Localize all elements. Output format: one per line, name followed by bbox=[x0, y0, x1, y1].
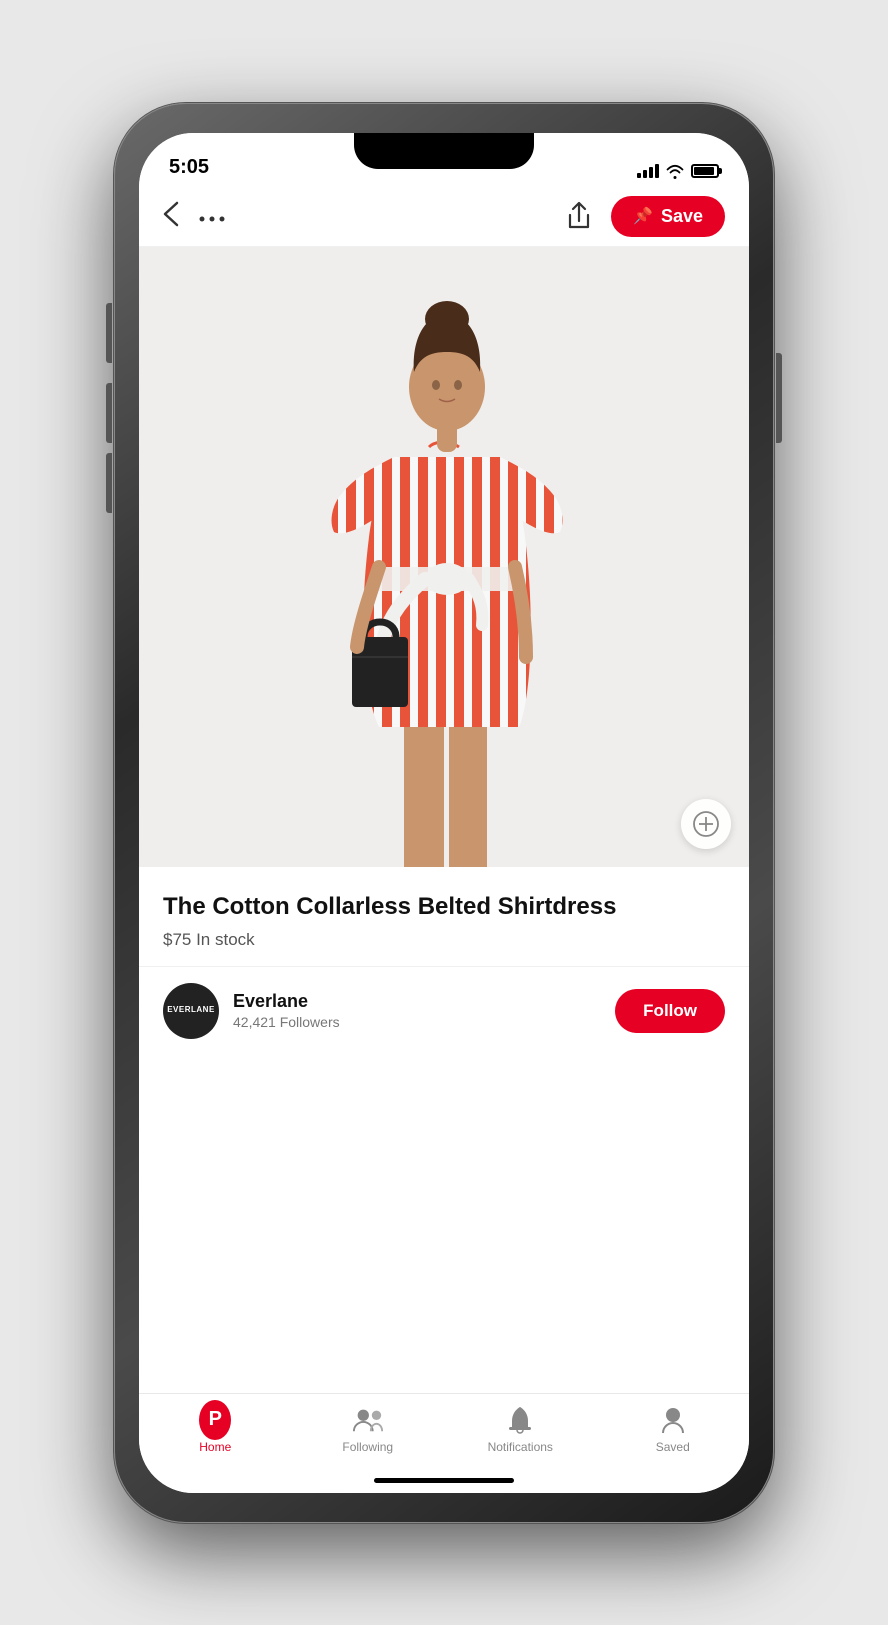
notifications-icon bbox=[504, 1404, 536, 1436]
battery-icon bbox=[691, 164, 719, 178]
visual-search-button[interactable] bbox=[681, 799, 731, 849]
home-indicator bbox=[374, 1478, 514, 1483]
pin-icon: 📌 bbox=[633, 206, 653, 226]
nav-right: 📌 Save bbox=[561, 196, 725, 237]
status-time: 5:05 bbox=[169, 156, 209, 179]
tab-home[interactable]: P Home bbox=[139, 1404, 292, 1454]
product-price: $75 In stock bbox=[163, 930, 725, 950]
product-title: The Cotton Collarless Belted Shirtdress bbox=[163, 891, 725, 922]
brand-name: Everlane bbox=[233, 991, 615, 1012]
more-options-button[interactable] bbox=[199, 203, 225, 229]
home-icon: P bbox=[199, 1404, 231, 1436]
back-button[interactable] bbox=[163, 201, 179, 231]
tab-notifications[interactable]: Notifications bbox=[444, 1404, 597, 1454]
nav-left bbox=[163, 201, 225, 231]
brand-avatar: EVERLANE bbox=[163, 983, 219, 1039]
tab-following-label: Following bbox=[342, 1440, 393, 1454]
following-icon bbox=[352, 1404, 384, 1436]
content-spacer bbox=[139, 1055, 749, 1393]
content-area: The Cotton Collarless Belted Shirtdress … bbox=[139, 247, 749, 1393]
pinterest-logo-icon: P bbox=[199, 1400, 231, 1440]
follow-button[interactable]: Follow bbox=[615, 989, 725, 1033]
product-image bbox=[274, 257, 614, 867]
tab-following[interactable]: Following bbox=[292, 1404, 445, 1454]
save-button[interactable]: 📌 Save bbox=[611, 196, 725, 237]
tab-notifications-label: Notifications bbox=[488, 1440, 553, 1454]
top-nav: 📌 Save bbox=[139, 187, 749, 247]
brand-followers: 42,421 Followers bbox=[233, 1014, 615, 1030]
tab-saved-label: Saved bbox=[656, 1440, 690, 1454]
product-info: The Cotton Collarless Belted Shirtdress … bbox=[139, 867, 749, 966]
tab-saved[interactable]: Saved bbox=[597, 1404, 750, 1454]
signal-bars-icon bbox=[637, 164, 659, 178]
brand-info: Everlane 42,421 Followers bbox=[233, 991, 615, 1030]
notch bbox=[354, 133, 534, 169]
brand-row: EVERLANE Everlane 42,421 Followers Follo… bbox=[139, 966, 749, 1055]
tab-home-label: Home bbox=[199, 1440, 231, 1454]
saved-icon bbox=[657, 1404, 689, 1436]
phone-frame: 5:05 bbox=[114, 103, 774, 1523]
wifi-icon bbox=[665, 163, 685, 179]
phone-outer: 5:05 bbox=[0, 0, 888, 1625]
phone-screen: 5:05 bbox=[139, 133, 749, 1493]
status-icons bbox=[637, 163, 719, 179]
product-image-container bbox=[139, 247, 749, 867]
share-button[interactable] bbox=[561, 198, 597, 234]
